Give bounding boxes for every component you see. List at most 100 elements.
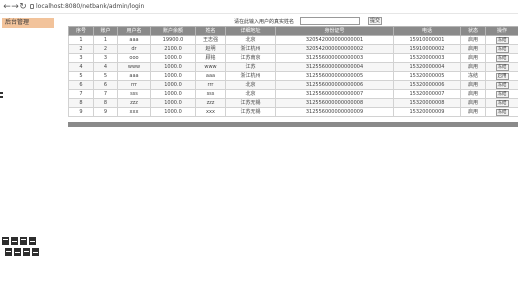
table-row: 1 1 aaa 19900.0 王志强 北京 32054200000000000… <box>68 35 518 45</box>
table-row: 8 8 zzz 1000.0 zzz 江苏无锡 3125560000000000… <box>68 98 518 108</box>
cell-idcard: 312556000000000006 <box>275 80 394 90</box>
cell-username: aaa <box>117 71 151 81</box>
cell-account: 3 <box>93 53 118 63</box>
users-table: 序号 账户 用户名 账户余额 姓名 详细地址 身份证号 电话 状态 操作 1 1… <box>68 26 518 117</box>
action-button[interactable]: 冻结 <box>495 91 509 98</box>
action-button[interactable]: 冻结 <box>495 46 509 53</box>
col-header: 序号 <box>68 26 94 36</box>
cell-status: 启用 <box>460 35 486 45</box>
edge-mark <box>0 96 3 98</box>
cell-name: 顾铭 <box>195 53 226 63</box>
cell-balance: 1000.0 <box>150 71 196 81</box>
action-button[interactable]: 冻结 <box>495 109 509 116</box>
cell-action: 冻结 <box>485 62 518 72</box>
cell-account: 5 <box>93 71 118 81</box>
cell-action: 冻结 <box>485 98 518 108</box>
cell-index: 9 <box>68 107 94 117</box>
cell-phone: 15320000005 <box>393 71 461 81</box>
cell-balance: 1000.0 <box>150 107 196 117</box>
cell-name: 王志强 <box>195 35 226 45</box>
cell-index: 1 <box>68 35 94 45</box>
table-row: 5 5 aaa 1000.0 aaa 浙江杭州 3125560000000000… <box>68 71 518 81</box>
watermark-logo <box>2 237 39 256</box>
cell-status: 启用 <box>460 98 486 108</box>
table-footer-bar <box>68 122 518 127</box>
cell-status: 启用 <box>460 44 486 54</box>
cell-account: 7 <box>93 89 118 99</box>
table-row: 3 3 ooo 1000.0 顾铭 江苏南京 31255600000000000… <box>68 53 518 63</box>
cell-address: 北京 <box>225 35 276 45</box>
cell-balance: 1000.0 <box>150 53 196 63</box>
cell-action: 冻结 <box>485 53 518 63</box>
cell-status: 启用 <box>460 89 486 99</box>
sidebar-item-admin[interactable]: 后台管理 <box>2 18 54 28</box>
cell-idcard: 320542000000000002 <box>275 44 394 54</box>
cell-address: 北京 <box>225 80 276 90</box>
cell-address: 江苏 <box>225 62 276 72</box>
action-button[interactable]: 冻结 <box>495 82 509 89</box>
cell-phone: 15320000008 <box>393 98 461 108</box>
search-input[interactable] <box>300 17 360 25</box>
col-header: 用户名 <box>117 26 151 36</box>
cell-idcard: 312556000000000008 <box>275 98 394 108</box>
cell-name: aaa <box>195 71 226 81</box>
lock-icon <box>30 4 34 9</box>
cell-index: 3 <box>68 53 94 63</box>
cell-index: 8 <box>68 98 94 108</box>
action-button[interactable]: 冻结 <box>495 64 509 71</box>
cell-index: 2 <box>68 44 94 54</box>
cell-action: 冻结 <box>485 80 518 90</box>
cell-balance: 19900.0 <box>150 35 196 45</box>
table-row: 2 2 dr 2100.0 赵明 浙江杭州 320542000000000002… <box>68 44 518 54</box>
reload-icon[interactable]: ↻ <box>18 2 28 12</box>
table-row: 4 4 www 1000.0 www 江苏 312556000000000004… <box>68 62 518 72</box>
action-button[interactable]: 冻结 <box>495 100 509 107</box>
cell-action: 冻结 <box>485 107 518 117</box>
cell-idcard: 312556000000000009 <box>275 107 394 117</box>
action-button[interactable]: 启用 <box>495 73 509 80</box>
cell-phone: 15320000009 <box>393 107 461 117</box>
cell-action: 冻结 <box>485 89 518 99</box>
cell-balance: 1000.0 <box>150 98 196 108</box>
cell-idcard: 312556000000000007 <box>275 89 394 99</box>
cell-status: 启用 <box>460 62 486 72</box>
cell-status: 启用 <box>460 107 486 117</box>
search-submit-button[interactable]: 提交 <box>368 17 382 25</box>
cell-username: dr <box>117 44 151 54</box>
cell-username: sss <box>117 89 151 99</box>
cell-address: 北京 <box>225 89 276 99</box>
cell-index: 5 <box>68 71 94 81</box>
cell-name: www <box>195 62 226 72</box>
cell-phone: 15910000001 <box>393 35 461 45</box>
users-table-container: 序号 账户 用户名 账户余额 姓名 详细地址 身份证号 电话 状态 操作 1 1… <box>68 26 518 127</box>
cell-action: 启用 <box>485 71 518 81</box>
cell-phone: 15320000004 <box>393 62 461 72</box>
action-button[interactable]: 冻结 <box>495 55 509 62</box>
cell-address: 江苏无锡 <box>225 107 276 117</box>
cell-index: 4 <box>68 62 94 72</box>
col-header: 姓名 <box>195 26 226 36</box>
cell-name: xxx <box>195 107 226 117</box>
action-button[interactable]: 冻结 <box>495 37 509 44</box>
cell-name: zzz <box>195 98 226 108</box>
cell-index: 7 <box>68 89 94 99</box>
col-header: 电话 <box>393 26 461 36</box>
table-row: 9 9 xxx 1000.0 xxx 江苏无锡 3125560000000000… <box>68 107 518 117</box>
col-header: 详细地址 <box>225 26 276 36</box>
cell-phone: 15320000007 <box>393 89 461 99</box>
cell-username: zzz <box>117 98 151 108</box>
cell-status: 启用 <box>460 80 486 90</box>
cell-username: aaa <box>117 35 151 45</box>
cell-username: www <box>117 62 151 72</box>
cell-username: ooo <box>117 53 151 63</box>
cell-idcard: 312556000000000004 <box>275 62 394 72</box>
cell-address: 江苏南京 <box>225 53 276 63</box>
cell-idcard: 312556000000000003 <box>275 53 394 63</box>
cell-account: 8 <box>93 98 118 108</box>
cell-idcard: 320542000000000001 <box>275 35 394 45</box>
browser-toolbar: ← → ↻ localhost:8080/netbank/admin/login <box>0 0 518 14</box>
address-bar[interactable]: localhost:8080/netbank/admin/login <box>36 2 144 12</box>
cell-phone: 15320000003 <box>393 53 461 63</box>
cell-name: 赵明 <box>195 44 226 54</box>
cell-phone: 15320000006 <box>393 80 461 90</box>
